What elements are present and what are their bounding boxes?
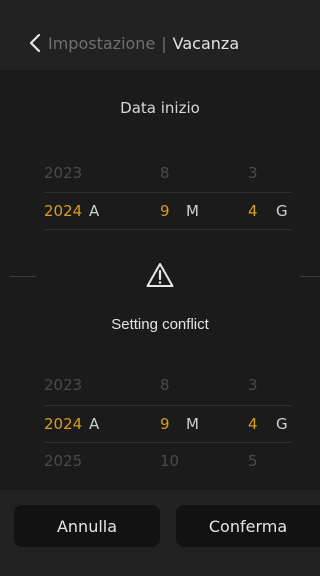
- selected-month[interactable]: 9: [160, 406, 170, 442]
- end-picker-selected-row[interactable]: 2024 A 9 M 4 G: [44, 406, 292, 442]
- back-button[interactable]: [26, 32, 44, 54]
- start-picker-row[interactable]: 2023 8 3: [44, 155, 292, 191]
- cancel-button[interactable]: Annulla: [14, 505, 160, 547]
- year-option[interactable]: 2023: [44, 155, 82, 191]
- year-option[interactable]: 2025: [44, 443, 82, 479]
- day-unit: G: [276, 415, 288, 433]
- page-title: Vacanza: [172, 34, 240, 53]
- day-unit: G: [276, 202, 288, 220]
- selected-day[interactable]: 4: [248, 193, 258, 229]
- month-option[interactable]: 8: [160, 155, 170, 191]
- picker-divider: [44, 229, 292, 230]
- selected-day[interactable]: 4: [248, 406, 258, 442]
- month-option[interactable]: 8: [160, 367, 170, 403]
- day-option[interactable]: 3: [248, 155, 258, 191]
- start-date-title: Data inizio: [120, 99, 200, 117]
- start-picker-selected-row[interactable]: 2024 A 9 M 4 G: [44, 193, 292, 229]
- day-option[interactable]: 3: [248, 367, 258, 403]
- month-unit: M: [186, 202, 199, 220]
- top-bar: Impostazione | Vacanza: [0, 0, 320, 70]
- conflict-message: Setting conflict: [111, 316, 209, 333]
- year-unit: A: [89, 202, 100, 220]
- chevron-left-icon: [29, 33, 41, 53]
- year-unit: A: [89, 415, 100, 433]
- selected-year[interactable]: 2024: [44, 406, 82, 442]
- month-option[interactable]: 10: [160, 443, 179, 479]
- breadcrumb-separator: |: [161, 34, 167, 53]
- confirm-button[interactable]: Conferma: [176, 505, 320, 547]
- warning-triangle-icon: [146, 263, 174, 287]
- day-option[interactable]: 5: [248, 443, 258, 479]
- breadcrumb: Impostazione | Vacanza: [48, 33, 239, 55]
- selected-year[interactable]: 2024: [44, 193, 82, 229]
- end-picker-row[interactable]: 2025 10 5: [44, 443, 292, 479]
- year-option[interactable]: 2023: [44, 367, 82, 403]
- main-content: Data inizio 2023 8 3 2024 A 9 M 4 G Sett…: [0, 70, 320, 490]
- breadcrumb-parent[interactable]: Impostazione: [48, 34, 155, 53]
- conflict-warning: [0, 262, 320, 292]
- end-picker-row[interactable]: 2023 8 3: [44, 367, 292, 403]
- month-unit: M: [186, 415, 199, 433]
- selected-month[interactable]: 9: [160, 193, 170, 229]
